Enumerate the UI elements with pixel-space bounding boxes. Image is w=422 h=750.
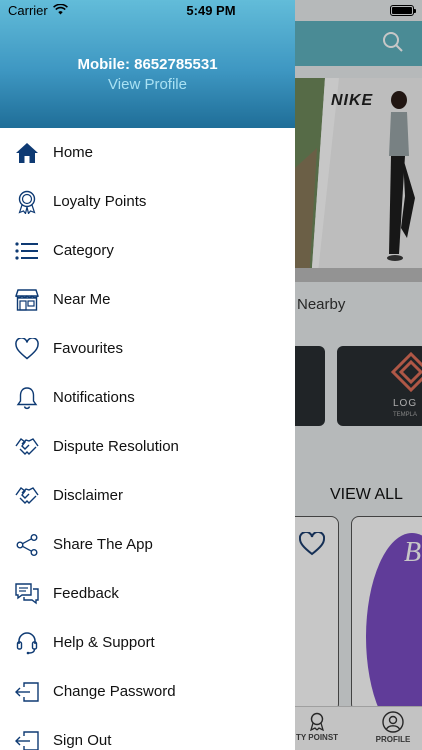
menu-item-label: Category: [53, 242, 114, 259]
heart-icon: [14, 336, 40, 362]
menu-item-label: Notifications: [53, 389, 135, 406]
menu-item-label: Favourites: [53, 340, 124, 357]
store-icon: [14, 287, 40, 313]
menu-item-label: Sign Out: [53, 732, 112, 749]
menu-item-home[interactable]: Home: [0, 128, 295, 177]
menu-item-help-support[interactable]: Help & Support: [0, 618, 295, 667]
carrier-label: Carrier: [8, 3, 48, 18]
sign-out-icon: [14, 728, 40, 750]
menu-item-dispute-resolution[interactable]: Dispute Resolution: [0, 422, 295, 471]
menu-item-near-me[interactable]: Near Me: [0, 275, 295, 324]
menu-item-sign-out[interactable]: Sign Out: [0, 716, 295, 750]
headset-icon: [14, 630, 40, 656]
drawer-menu: Home Loyalty Points Category Near Me Fav…: [0, 128, 295, 750]
menu-item-label: Near Me: [53, 291, 111, 308]
menu-item-change-password[interactable]: Change Password: [0, 667, 295, 716]
sign-out-icon: [14, 679, 40, 705]
menu-item-feedback[interactable]: Feedback: [0, 569, 295, 618]
battery-icon: [390, 5, 416, 16]
handshake-icon: [14, 434, 40, 460]
menu-item-loyalty-points[interactable]: Loyalty Points: [0, 177, 295, 226]
menu-item-category[interactable]: Category: [0, 226, 295, 275]
mobile-number: Mobile: 8652785531: [77, 56, 218, 73]
chat-bubbles-icon: [14, 581, 40, 607]
menu-item-label: Disclaimer: [53, 487, 124, 504]
handshake-icon: [14, 483, 40, 509]
menu-item-disclaimer[interactable]: Disclaimer: [0, 471, 295, 520]
dim-overlay[interactable]: [295, 0, 422, 750]
bell-icon: [14, 385, 40, 411]
list-icon: [14, 238, 40, 264]
status-bar: Carrier 5:49 PM: [0, 0, 422, 21]
menu-item-label: Loyalty Points: [53, 193, 147, 210]
view-profile-link[interactable]: View Profile: [0, 76, 295, 93]
menu-item-notifications[interactable]: Notifications: [0, 373, 295, 422]
menu-item-label: Share The App: [53, 536, 153, 553]
menu-item-label: Home: [53, 144, 94, 161]
menu-item-label: Feedback: [53, 585, 119, 602]
menu-item-label: Dispute Resolution: [53, 438, 179, 455]
menu-item-label: Help & Support: [53, 634, 155, 651]
background-app: NIKE Nearby LOG TEMPLA VIEW ALL B TY POI…: [295, 0, 422, 750]
home-icon: [14, 140, 40, 166]
menu-item-label: Change Password: [53, 683, 176, 700]
wifi-icon: [52, 3, 68, 18]
side-drawer: Mobile: 8652785531 View Profile Home Loy…: [0, 0, 295, 750]
status-left: Carrier: [8, 3, 68, 18]
share-icon: [14, 532, 40, 558]
menu-item-share-the-app[interactable]: Share The App: [0, 520, 295, 569]
menu-item-favourites[interactable]: Favourites: [0, 324, 295, 373]
award-ribbon-icon: [14, 189, 40, 215]
